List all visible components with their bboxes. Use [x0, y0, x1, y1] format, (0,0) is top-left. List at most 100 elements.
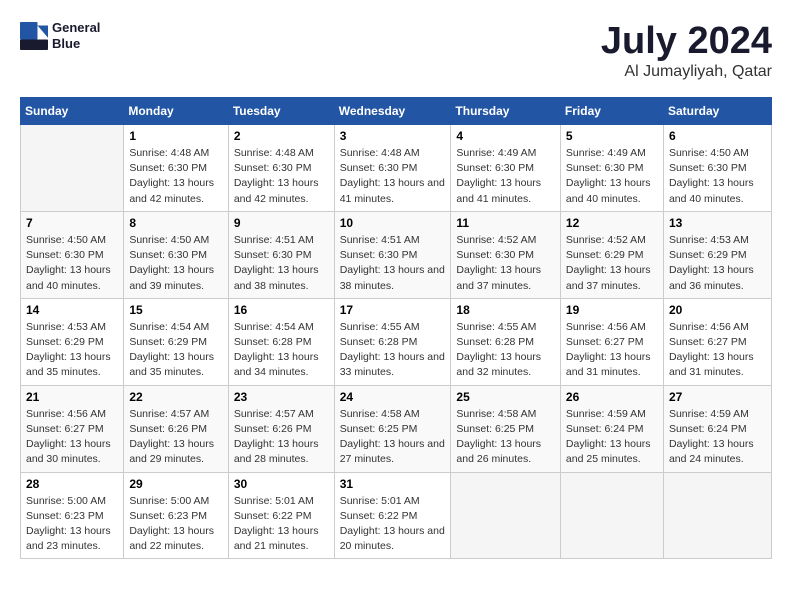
calendar-cell: 6 Sunrise: 4:50 AMSunset: 6:30 PMDaylight… — [663, 125, 771, 212]
logo: General Blue — [20, 20, 100, 51]
calendar-table: SundayMondayTuesdayWednesdayThursdayFrid… — [20, 97, 772, 559]
day-number: 29 — [129, 477, 222, 491]
day-number: 3 — [340, 129, 446, 143]
week-row-2: 7Sunrise: 4:50 AMSunset: 6:30 PMDaylight… — [21, 211, 772, 298]
calendar-cell: 30 Sunrise: 5:01 AMSunset: 6:22 PMDayligh… — [228, 472, 334, 559]
day-info: Sunrise: 4:49 AMSunset: 6:30 PMDaylight:… — [456, 146, 555, 207]
day-number: 26 — [566, 390, 658, 404]
day-number: 10 — [340, 216, 446, 230]
calendar-cell: 24 Sunrise: 4:58 AMSunset: 6:25 PMDayligh… — [334, 385, 451, 472]
calendar-cell — [560, 472, 663, 559]
day-number: 17 — [340, 303, 446, 317]
day-number: 8 — [129, 216, 222, 230]
day-info: Sunrise: 4:50 AMSunset: 6:30 PMDaylight:… — [669, 146, 766, 207]
calendar-cell: 13 Sunrise: 4:53 AMSunset: 6:29 PMDayligh… — [663, 211, 771, 298]
day-info: Sunrise: 4:57 AMSunset: 6:26 PMDaylight:… — [234, 407, 329, 468]
logo-icon — [20, 22, 48, 50]
day-info: Sunrise: 4:52 AMSunset: 6:29 PMDaylight:… — [566, 233, 658, 294]
day-info: Sunrise: 4:56 AMSunset: 6:27 PMDaylight:… — [566, 320, 658, 381]
title-block: July 2024 Al Jumayliyah, Qatar — [601, 20, 772, 81]
day-number: 4 — [456, 129, 555, 143]
calendar-cell: 21 Sunrise: 4:56 AMSunset: 6:27 PMDayligh… — [21, 385, 124, 472]
day-number: 19 — [566, 303, 658, 317]
calendar-cell: 15Sunrise: 4:54 AMSunset: 6:29 PMDayligh… — [124, 298, 228, 385]
header-cell-sunday: Sunday — [21, 98, 124, 125]
day-number: 25 — [456, 390, 555, 404]
day-info: Sunrise: 5:00 AMSunset: 6:23 PMDaylight:… — [26, 494, 118, 555]
calendar-cell: 4 Sunrise: 4:49 AMSunset: 6:30 PMDaylight… — [451, 125, 561, 212]
calendar-cell: 17 Sunrise: 4:55 AMSunset: 6:28 PMDayligh… — [334, 298, 451, 385]
day-info: Sunrise: 4:56 AMSunset: 6:27 PMDaylight:… — [669, 320, 766, 381]
day-info: Sunrise: 4:58 AMSunset: 6:25 PMDaylight:… — [456, 407, 555, 468]
day-number: 27 — [669, 390, 766, 404]
week-row-1: 1 Sunrise: 4:48 AMSunset: 6:30 PMDaylight… — [21, 125, 772, 212]
day-info: Sunrise: 5:00 AMSunset: 6:23 PMDaylight:… — [129, 494, 222, 555]
day-info: Sunrise: 4:48 AMSunset: 6:30 PMDaylight:… — [234, 146, 329, 207]
header-cell-wednesday: Wednesday — [334, 98, 451, 125]
day-info: Sunrise: 4:55 AMSunset: 6:28 PMDaylight:… — [340, 320, 446, 381]
day-info: Sunrise: 4:51 AMSunset: 6:30 PMDaylight:… — [340, 233, 446, 294]
day-info: Sunrise: 4:56 AMSunset: 6:27 PMDaylight:… — [26, 407, 118, 468]
calendar-cell — [663, 472, 771, 559]
header-row: SundayMondayTuesdayWednesdayThursdayFrid… — [21, 98, 772, 125]
day-info: Sunrise: 4:55 AMSunset: 6:28 PMDaylight:… — [456, 320, 555, 381]
week-row-3: 14 Sunrise: 4:53 AMSunset: 6:29 PMDayligh… — [21, 298, 772, 385]
day-info: Sunrise: 4:53 AMSunset: 6:29 PMDaylight:… — [669, 233, 766, 294]
calendar-cell: 19 Sunrise: 4:56 AMSunset: 6:27 PMDayligh… — [560, 298, 663, 385]
page-title: July 2024 — [601, 20, 772, 63]
calendar-cell — [21, 125, 124, 212]
calendar-cell: 9Sunrise: 4:51 AMSunset: 6:30 PMDaylight… — [228, 211, 334, 298]
day-info: Sunrise: 4:58 AMSunset: 6:25 PMDaylight:… — [340, 407, 446, 468]
day-number: 2 — [234, 129, 329, 143]
day-number: 22 — [129, 390, 222, 404]
calendar-cell: 29 Sunrise: 5:00 AMSunset: 6:23 PMDayligh… — [124, 472, 228, 559]
day-info: Sunrise: 4:59 AMSunset: 6:24 PMDaylight:… — [566, 407, 658, 468]
logo-text: General Blue — [52, 20, 100, 51]
day-number: 13 — [669, 216, 766, 230]
calendar-cell: 23 Sunrise: 4:57 AMSunset: 6:26 PMDayligh… — [228, 385, 334, 472]
day-info: Sunrise: 4:50 AMSunset: 6:30 PMDaylight:… — [26, 233, 118, 294]
day-number: 14 — [26, 303, 118, 317]
calendar-cell: 5Sunrise: 4:49 AMSunset: 6:30 PMDaylight… — [560, 125, 663, 212]
day-info: Sunrise: 4:57 AMSunset: 6:26 PMDaylight:… — [129, 407, 222, 468]
day-number: 1 — [129, 129, 222, 143]
day-number: 21 — [26, 390, 118, 404]
calendar-cell: 2 Sunrise: 4:48 AMSunset: 6:30 PMDaylight… — [228, 125, 334, 212]
day-info: Sunrise: 5:01 AMSunset: 6:22 PMDaylight:… — [234, 494, 329, 555]
calendar-cell: 1 Sunrise: 4:48 AMSunset: 6:30 PMDaylight… — [124, 125, 228, 212]
day-number: 5 — [566, 129, 658, 143]
calendar-cell: 11 Sunrise: 4:52 AMSunset: 6:30 PMDayligh… — [451, 211, 561, 298]
day-number: 11 — [456, 216, 555, 230]
day-number: 18 — [456, 303, 555, 317]
day-number: 6 — [669, 129, 766, 143]
day-info: Sunrise: 4:59 AMSunset: 6:24 PMDaylight:… — [669, 407, 766, 468]
calendar-cell: 10 Sunrise: 4:51 AMSunset: 6:30 PMDayligh… — [334, 211, 451, 298]
header-cell-thursday: Thursday — [451, 98, 561, 125]
week-row-5: 28Sunrise: 5:00 AMSunset: 6:23 PMDayligh… — [21, 472, 772, 559]
page-subtitle: Al Jumayliyah, Qatar — [601, 63, 772, 81]
day-number: 31 — [340, 477, 446, 491]
day-info: Sunrise: 5:01 AMSunset: 6:22 PMDaylight:… — [340, 494, 446, 555]
day-number: 24 — [340, 390, 446, 404]
day-number: 9 — [234, 216, 329, 230]
day-number: 23 — [234, 390, 329, 404]
week-row-4: 21 Sunrise: 4:56 AMSunset: 6:27 PMDayligh… — [21, 385, 772, 472]
day-info: Sunrise: 4:50 AMSunset: 6:30 PMDaylight:… — [129, 233, 222, 294]
calendar-cell: 8 Sunrise: 4:50 AMSunset: 6:30 PMDaylight… — [124, 211, 228, 298]
day-number: 30 — [234, 477, 329, 491]
calendar-cell: 7Sunrise: 4:50 AMSunset: 6:30 PMDaylight… — [21, 211, 124, 298]
day-number: 20 — [669, 303, 766, 317]
day-info: Sunrise: 4:54 AMSunset: 6:28 PMDaylight:… — [234, 320, 329, 381]
header-cell-monday: Monday — [124, 98, 228, 125]
calendar-cell: 3 Sunrise: 4:48 AMSunset: 6:30 PMDaylight… — [334, 125, 451, 212]
day-number: 15 — [129, 303, 222, 317]
day-info: Sunrise: 4:48 AMSunset: 6:30 PMDaylight:… — [340, 146, 446, 207]
day-info: Sunrise: 4:53 AMSunset: 6:29 PMDaylight:… — [26, 320, 118, 381]
calendar-cell: 25 Sunrise: 4:58 AMSunset: 6:25 PMDayligh… — [451, 385, 561, 472]
day-info: Sunrise: 4:48 AMSunset: 6:30 PMDaylight:… — [129, 146, 222, 207]
calendar-cell: 14 Sunrise: 4:53 AMSunset: 6:29 PMDayligh… — [21, 298, 124, 385]
header-cell-friday: Friday — [560, 98, 663, 125]
day-info: Sunrise: 4:52 AMSunset: 6:30 PMDaylight:… — [456, 233, 555, 294]
day-number: 16 — [234, 303, 329, 317]
calendar-cell: 12Sunrise: 4:52 AMSunset: 6:29 PMDayligh… — [560, 211, 663, 298]
